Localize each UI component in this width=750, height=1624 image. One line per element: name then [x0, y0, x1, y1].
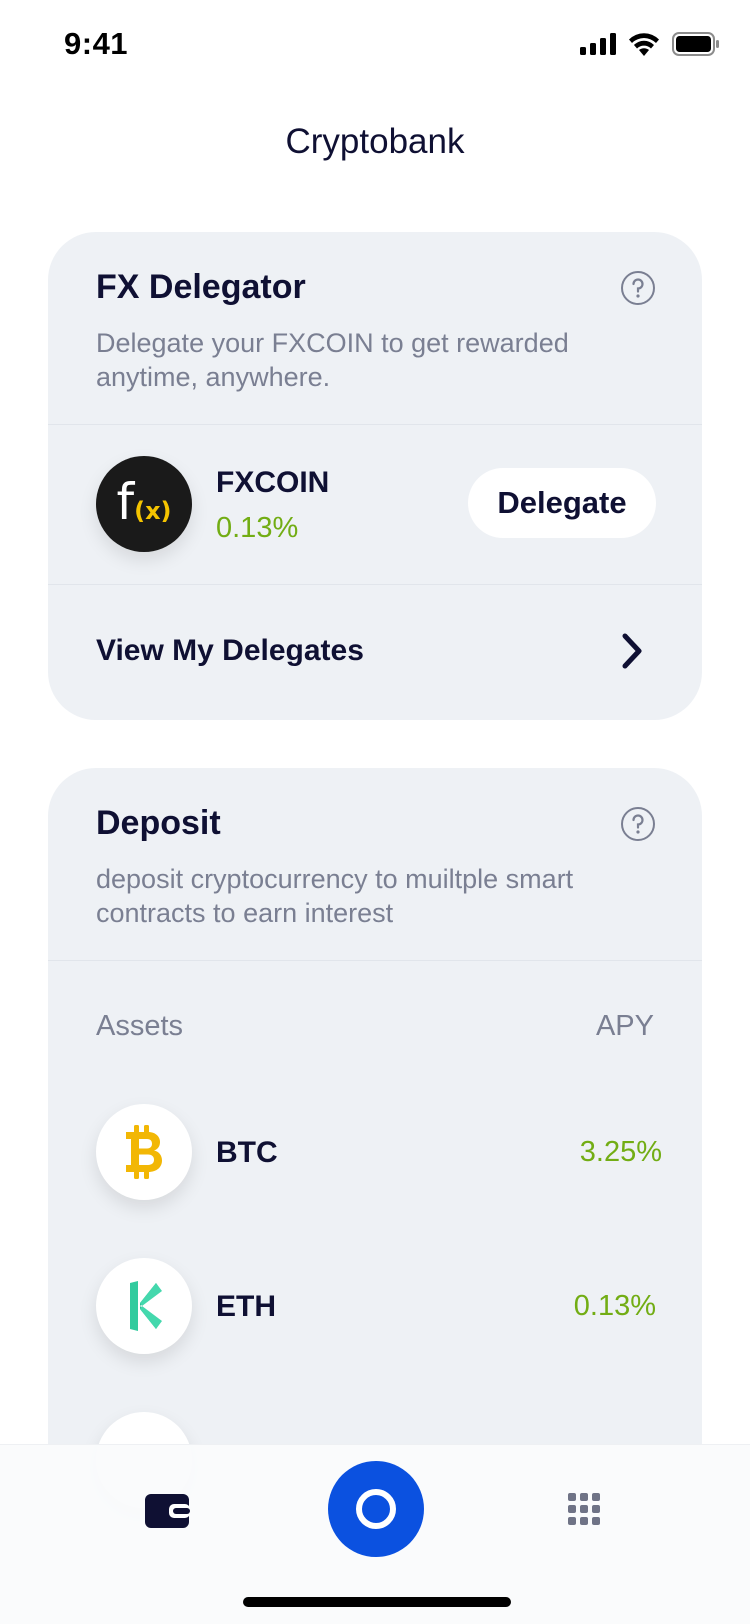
divider: [48, 960, 702, 961]
kyber-icon: [96, 1258, 192, 1354]
delegate-button[interactable]: Delegate: [468, 468, 656, 538]
deposit-description: deposit cryptocurrency to muiltple smart…: [96, 864, 574, 928]
wifi-icon: [629, 33, 659, 56]
apy-column-header: APY: [595, 1010, 654, 1042]
help-icon[interactable]: [620, 806, 656, 842]
home-indicator: [243, 1597, 511, 1607]
divider: [48, 424, 702, 425]
wallet-icon[interactable]: [144, 1493, 190, 1529]
asset-name: BTC: [216, 1136, 278, 1169]
status-bar: 9:41: [0, 0, 750, 90]
fx-delegator-description: Delegate your FXCOIN to get rewarded any…: [96, 328, 569, 392]
asset-apy: 0.13%: [573, 1290, 656, 1322]
center-action-button[interactable]: [328, 1461, 424, 1557]
fxcoin-rate: 0.13%: [216, 512, 299, 544]
fxcoin-logo-f: f: [116, 473, 135, 531]
fx-delegator-title: FX Delegator: [96, 268, 306, 306]
fxcoin-logo: f (x): [96, 456, 192, 552]
tab-bar: [0, 1444, 750, 1624]
asset-name: ETH: [216, 1290, 276, 1323]
fx-delegator-card: FX Delegator Delegate your FXCOIN to get…: [48, 232, 702, 720]
help-icon[interactable]: [620, 270, 656, 306]
assets-column-header: Assets: [96, 1010, 184, 1042]
deposit-title: Deposit: [96, 804, 221, 842]
chevron-right-icon: [622, 633, 642, 669]
kyber-glyph: [130, 1281, 162, 1331]
asset-apy: 3.25%: [579, 1136, 662, 1168]
fxcoin-logo-x: (x): [134, 497, 172, 525]
signal-icon: [580, 33, 616, 55]
view-my-delegates-label: View My Delegates: [96, 634, 364, 667]
fxcoin-name: FXCOIN: [216, 466, 330, 499]
center-action-icon: [356, 1489, 396, 1529]
page-title: Cryptobank: [285, 122, 465, 161]
status-icons: [580, 32, 720, 56]
status-time: 9:41: [64, 26, 129, 61]
battery-icon: [672, 32, 719, 56]
bitcoin-icon: [96, 1104, 192, 1200]
bitcoin-glyph: [126, 1125, 162, 1179]
view-my-delegates-row[interactable]: View My Delegates: [48, 584, 702, 720]
apps-grid-icon[interactable]: [568, 1493, 600, 1525]
